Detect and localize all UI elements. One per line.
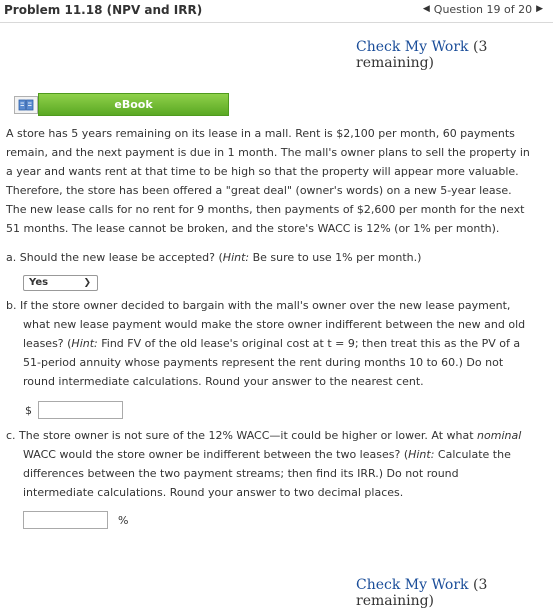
open-book-icon (18, 99, 34, 111)
chevron-down-icon: ❯ (83, 278, 91, 288)
part-c-hint-label: Hint: (408, 448, 435, 461)
problem-line: remain, and the next payment is due in 1… (6, 146, 530, 159)
problem-line: The new lease calls for no rent for 9 mo… (6, 203, 525, 216)
problem-title: Problem 11.18 (NPV and IRR) (4, 3, 203, 17)
currency-symbol: $ (25, 404, 32, 417)
part-c-line: c. The store owner is not sure of the 12… (6, 427, 521, 446)
part-c-hint-text: Calculate the (434, 448, 511, 461)
part-b-line: b. If the store owner decided to bargain… (6, 299, 511, 312)
part-b-answer-input[interactable] (38, 401, 123, 419)
part-b-line: round intermediate calculations. Round y… (23, 375, 424, 388)
previous-question-icon[interactable]: ◀ (423, 4, 430, 15)
next-question-icon[interactable]: ▶ (536, 4, 543, 15)
part-b-text: leases? ( (23, 337, 72, 350)
problem-line: Therefore, the store has been offered a … (6, 184, 512, 197)
ebook-button[interactable]: eBook (38, 93, 229, 116)
part-a-text: a. Should the new lease be accepted? ( (6, 251, 223, 264)
part-c-emphasis: nominal (477, 429, 522, 442)
check-my-work-label[interactable]: Check My Work (356, 577, 469, 593)
check-my-work-link-top[interactable]: Check My Work (3 remaining) (356, 39, 553, 71)
problem-line: a year and wants rent at that time to be… (6, 165, 519, 178)
percent-unit: % (118, 514, 129, 527)
problem-line: 51 months. The lease cannot be broken, a… (6, 222, 500, 235)
part-c-text: WACC would the store owner be indifferen… (23, 448, 409, 461)
part-a-hint-label: Hint: (222, 251, 250, 264)
part-b-hint-text: Find FV of the old lease's original cost… (97, 337, 521, 350)
part-c-answer-input[interactable] (23, 511, 108, 529)
part-b-line: leases? (Hint: Find FV of the old lease'… (23, 335, 548, 354)
question-progress: Question 19 of 20 (433, 3, 533, 16)
part-c-line: intermediate calculations. Round your an… (23, 486, 404, 499)
part-a-answer-select[interactable]: Yes ❯ (23, 275, 98, 291)
problem-header: Problem 11.18 (NPV and IRR) ◀ Question 1… (0, 0, 553, 23)
part-a-question: a. Should the new lease be accepted? (Hi… (6, 249, 421, 268)
problem-line: A store has 5 years remaining on its lea… (6, 127, 515, 140)
check-my-work-label[interactable]: Check My Work (356, 39, 469, 55)
part-a-selected-value: Yes (29, 277, 49, 288)
part-a-hint-text: Be sure to use 1% per month.) (249, 251, 422, 264)
part-b-line: 51-period annuity whose payments represe… (23, 356, 504, 369)
part-c-line: WACC would the store owner be indifferen… (23, 446, 548, 465)
ebook-icon[interactable] (14, 96, 38, 114)
check-my-work-link-bottom[interactable]: Check My Work (3 remaining) (356, 577, 553, 609)
part-c-line: differences between the two payment stre… (23, 467, 459, 480)
question-navigation: ◀ Question 19 of 20 ▶ (423, 3, 543, 16)
part-b-line: what new lease payment would make the st… (23, 318, 526, 331)
part-b-hint-label: Hint: (71, 337, 98, 350)
part-c-text: c. The store owner is not sure of the 12… (6, 429, 478, 442)
